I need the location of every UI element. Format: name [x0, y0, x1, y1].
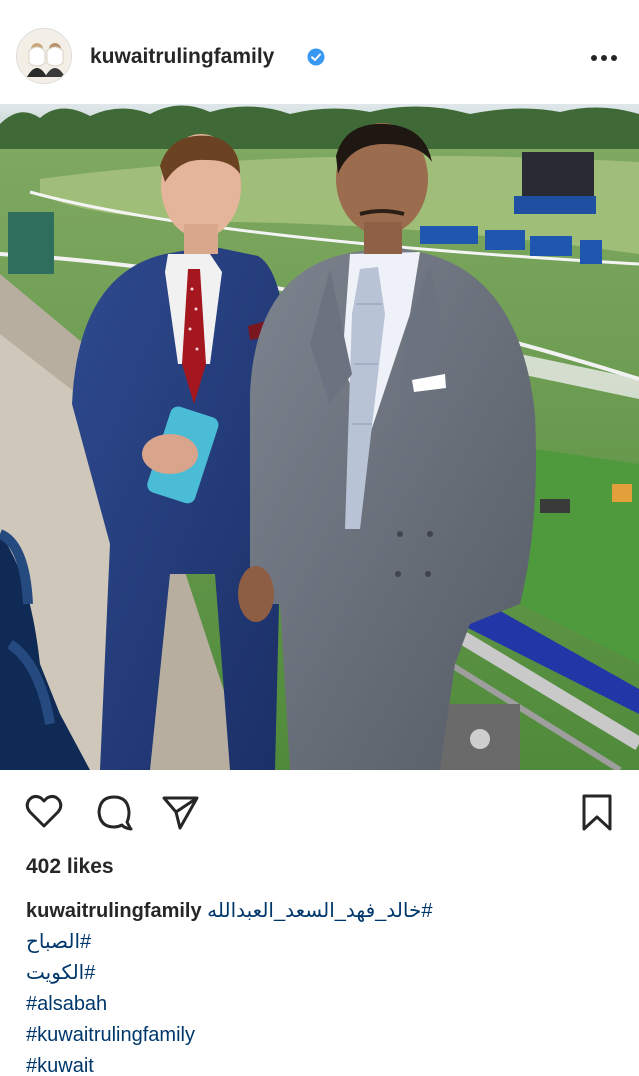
caption-username[interactable]: kuwaitrulingfamily: [26, 900, 202, 922]
heart-icon[interactable]: [24, 792, 64, 832]
bookmark-icon[interactable]: [577, 792, 617, 832]
verified-badge-icon: [307, 48, 325, 66]
post-username[interactable]: kuwaitrulingfamily: [90, 45, 274, 69]
hashtag-link[interactable]: #alsabah: [26, 989, 107, 1020]
post-photo[interactable]: [0, 104, 639, 770]
hashtag-link[interactable]: #الكويت: [26, 958, 95, 989]
action-bar: [0, 770, 639, 850]
hashtag-link[interactable]: #خالد_فهد_السعد_العبدالله: [207, 900, 432, 922]
likes-count[interactable]: 402 likes: [26, 855, 114, 879]
profile-avatar[interactable]: [16, 28, 72, 84]
hashtag-link[interactable]: #الصباح: [26, 927, 91, 958]
more-options-icon[interactable]: [590, 54, 618, 62]
caption-first-line: kuwaitrulingfamily #خالد_فهد_السعد_العبد…: [26, 896, 626, 927]
post-header: kuwaitrulingfamily: [0, 0, 639, 104]
hashtag-link[interactable]: #kuwait: [26, 1051, 94, 1076]
post-caption: kuwaitrulingfamily #خالد_فهد_السعد_العبد…: [26, 896, 626, 1076]
comment-bubble-icon[interactable]: [94, 792, 134, 832]
hashtag-link[interactable]: #kuwaitrulingfamily: [26, 1020, 195, 1051]
paper-plane-icon[interactable]: [160, 792, 200, 832]
avatar-image: [17, 29, 71, 83]
